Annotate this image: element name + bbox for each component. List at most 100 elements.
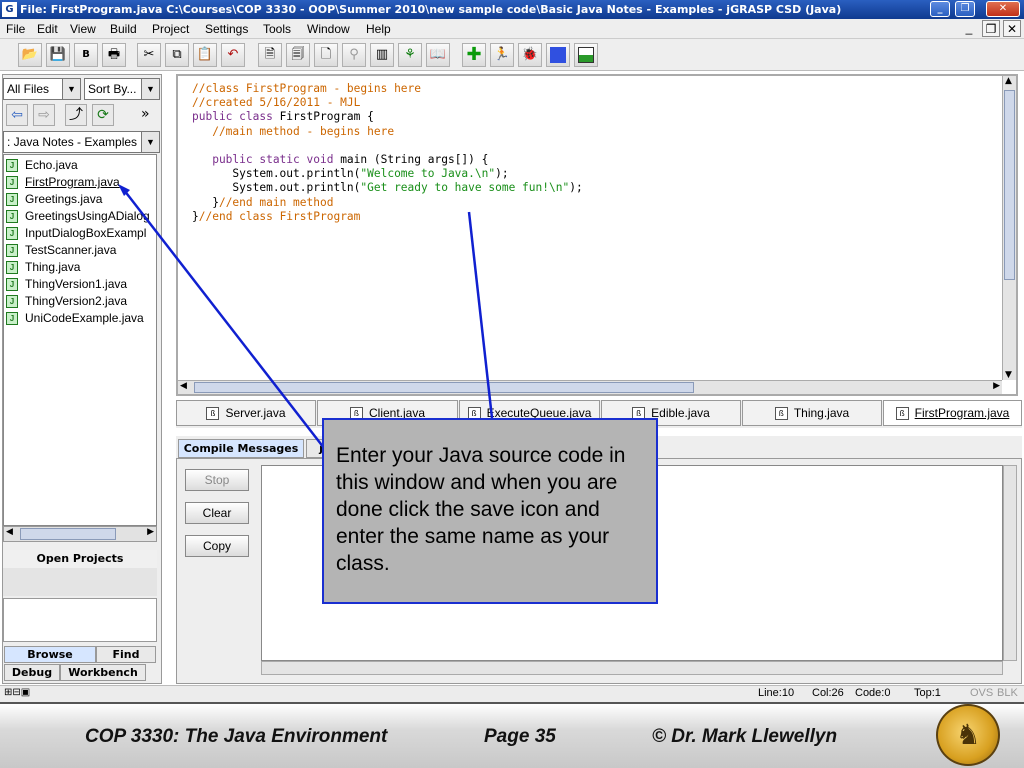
menu-project[interactable]: Project	[152, 22, 189, 36]
mdi-minimize-icon[interactable]: _	[960, 20, 978, 37]
list-item[interactable]: J ThingVersion1.java	[6, 276, 127, 293]
tree-icon[interactable]: ⚘	[398, 43, 422, 67]
java-file-icon: ß	[895, 407, 909, 421]
code-line[interactable]: }//end class FirstProgram	[192, 210, 360, 224]
code-token: //main method - begins here	[192, 124, 395, 138]
refresh-icon[interactable]: ⟳	[92, 104, 114, 126]
generate-csd-icon[interactable]: B	[74, 43, 98, 67]
open-projects-list[interactable]	[3, 598, 157, 642]
list-item[interactable]: J InputDialogBoxExampl	[6, 225, 146, 242]
tab-server[interactable]: ß Server.java	[176, 400, 316, 426]
code-line[interactable]: public class FirstProgram {	[192, 110, 374, 124]
code-line[interactable]: System.out.println("Get ready to have so…	[192, 181, 582, 195]
book-icon[interactable]: 📖	[426, 43, 450, 67]
open-folder-icon[interactable]: 📂	[18, 43, 42, 67]
bar-chart-icon[interactable]: ▥	[370, 43, 394, 67]
mdi-restore-icon[interactable]: ❐	[982, 20, 1000, 37]
compile-plus-icon[interactable]: ✚	[462, 43, 486, 67]
editor-vscrollbar[interactable]: ▲ ▼	[1002, 76, 1016, 380]
status-bar: ⊞⊟▣ Line:10 Col:26 Code:0 Top:1 OVS BLK	[0, 685, 1024, 702]
tab-find[interactable]: Find	[96, 646, 156, 663]
file-list-hscrollbar[interactable]: ◀ ▶	[3, 526, 157, 542]
print-icon[interactable]: 🖶	[102, 43, 126, 67]
scroll-up-icon[interactable]: ▲	[1005, 76, 1012, 86]
parent-folder-icon[interactable]: ⤴	[65, 104, 87, 126]
document-info-icon[interactable]: 🗋	[314, 43, 338, 67]
file-filter-combo[interactable]: All Files ▼	[3, 78, 81, 100]
sort-by-combo[interactable]: Sort By... ▼	[84, 78, 160, 100]
code-line[interactable]: //created 5/16/2011 - MJL	[192, 96, 360, 110]
stop-button[interactable]: Stop	[185, 469, 249, 491]
tab-compile-messages[interactable]: Compile Messages	[178, 439, 304, 458]
menu-build[interactable]: Build	[110, 22, 137, 36]
debug-bug-icon[interactable]: 🐞	[518, 43, 542, 67]
restore-icon[interactable]: ❐	[955, 1, 975, 17]
mdi-close-icon[interactable]: ✕	[1003, 20, 1021, 37]
java-file-icon: J	[6, 159, 18, 173]
menu-window[interactable]: Window	[307, 22, 350, 36]
list-item[interactable]: J Thing.java	[6, 259, 80, 276]
code-line[interactable]: //main method - begins here	[192, 125, 394, 139]
code-editor[interactable]: //class FirstProgram - begins here//crea…	[176, 74, 1018, 396]
copy-icon[interactable]: ⧉	[165, 43, 189, 67]
instruction-callout: Enter your Java source code in this wind…	[322, 418, 658, 604]
forward-arrow-icon[interactable]: ⇨	[33, 104, 55, 126]
cut-icon[interactable]: ✂	[137, 43, 161, 67]
scroll-down-icon[interactable]: ▼	[1005, 370, 1012, 380]
code-line[interactable]: //class FirstProgram - begins here	[192, 82, 421, 96]
save-icon[interactable]: 💾	[46, 43, 70, 67]
messages-hscrollbar[interactable]	[261, 661, 1003, 675]
pin-icon[interactable]: ⚲	[342, 43, 366, 67]
menu-tools[interactable]: Tools	[263, 22, 291, 36]
back-arrow-icon[interactable]: ⇦	[6, 104, 28, 126]
paste-icon[interactable]: 📋	[193, 43, 217, 67]
close-icon[interactable]: ✕	[986, 1, 1020, 17]
list-item[interactable]: J TestScanner.java	[6, 242, 116, 259]
menu-view[interactable]: View	[70, 22, 96, 36]
tab-firstprogram[interactable]: ß FirstProgram.java	[883, 400, 1022, 426]
menu-edit[interactable]: Edit	[37, 22, 58, 36]
messages-vscrollbar[interactable]	[1003, 465, 1017, 661]
undo-icon[interactable]: ↶	[221, 43, 245, 67]
menu-file[interactable]: File	[6, 22, 25, 36]
more-chevron-icon[interactable]: »	[141, 106, 150, 122]
copy-button[interactable]: Copy	[185, 535, 249, 557]
tab-workbench[interactable]: Workbench	[60, 664, 146, 681]
menu-help[interactable]: Help	[366, 22, 391, 36]
run-icon[interactable]: 🏃	[490, 43, 514, 67]
code-line[interactable]: System.out.println("Welcome to Java.\n")…	[192, 167, 508, 181]
split-window-icon[interactable]	[574, 43, 598, 67]
tab-thing[interactable]: ß Thing.java	[742, 400, 882, 426]
new-document-icon[interactable]: 🗎	[258, 43, 282, 67]
blue-square-icon[interactable]	[546, 43, 570, 67]
scroll-left-icon[interactable]: ◀	[6, 527, 13, 537]
folder-combo[interactable]: : Java Notes - Examples ▼	[3, 131, 160, 153]
jgrasp-app-icon[interactable]: G	[2, 2, 17, 17]
minimize-icon[interactable]: _	[930, 1, 950, 17]
list-item[interactable]: J GreetingsUsingADialog	[6, 208, 150, 225]
file-name: InputDialogBoxExampl	[25, 226, 147, 240]
menu-settings[interactable]: Settings	[205, 22, 248, 36]
list-item[interactable]: J Echo.java	[6, 157, 78, 174]
chevron-down-icon[interactable]: ▼	[141, 79, 159, 99]
tab-browse[interactable]: Browse	[4, 646, 96, 663]
editor-hscrollbar[interactable]: ◀ ▶	[178, 380, 1002, 394]
clear-button[interactable]: Clear	[185, 502, 249, 524]
scroll-right-icon[interactable]: ▶	[147, 527, 154, 537]
list-item[interactable]: J FirstProgram.java	[6, 174, 120, 191]
tab-debug[interactable]: Debug	[4, 664, 60, 681]
chevron-down-icon[interactable]: ▼	[62, 79, 80, 99]
list-item[interactable]: J ThingVersion2.java	[6, 293, 127, 310]
code-line[interactable]: }//end main method	[192, 196, 333, 210]
scroll-left-icon[interactable]: ◀	[180, 381, 187, 391]
scroll-right-icon[interactable]: ▶	[993, 381, 1000, 391]
document-icon[interactable]: 🗐	[286, 43, 310, 67]
scroll-thumb[interactable]	[1004, 90, 1015, 280]
code-line[interactable]: public static void main (String args[]) …	[192, 153, 488, 167]
list-item[interactable]: J Greetings.java	[6, 191, 102, 208]
scroll-thumb[interactable]	[20, 528, 116, 540]
chevron-down-icon[interactable]: ▼	[141, 132, 159, 152]
scroll-thumb[interactable]	[194, 382, 694, 393]
list-item[interactable]: J UniCodeExample.java	[6, 310, 144, 327]
layout-icons[interactable]: ⊞⊟▣	[4, 687, 30, 698]
